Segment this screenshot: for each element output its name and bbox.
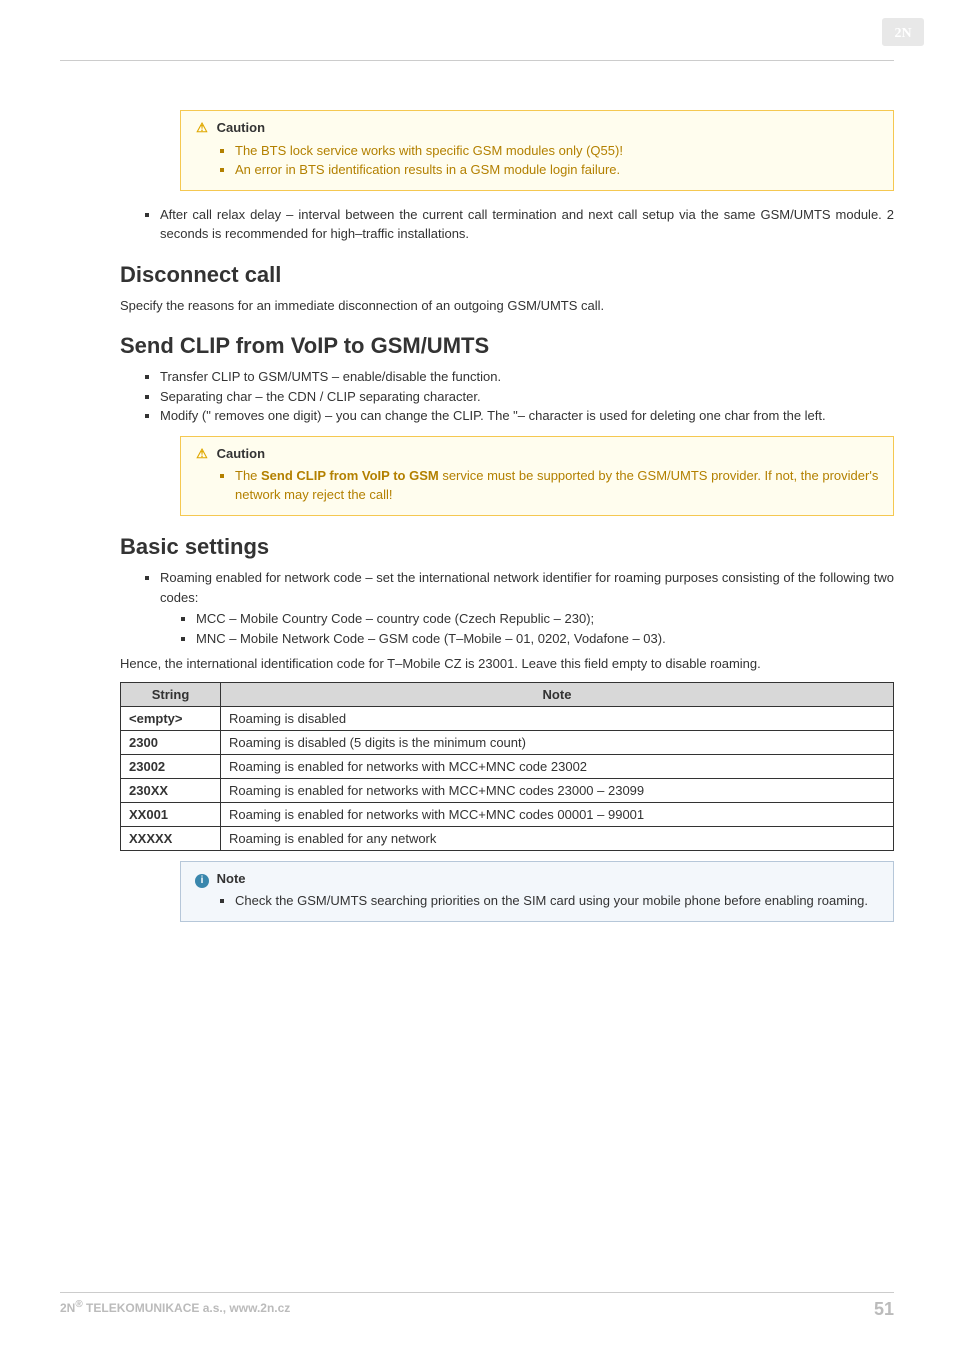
note-callout: i Note Check the GSM/UMTS searching prio…	[180, 861, 894, 923]
callout-item: The BTS lock service works with specific…	[235, 142, 879, 161]
footer-brand: 2N	[60, 1301, 75, 1315]
roaming-table: String Note <empty>Roaming is disabled 2…	[120, 682, 894, 851]
bold-text: Send CLIP from VoIP to GSM	[261, 468, 439, 483]
callout-title: i Note	[195, 870, 879, 889]
footer-divider	[60, 1292, 894, 1293]
cell-note: Roaming is disabled (5 digits is the min…	[221, 730, 894, 754]
callout-item: An error in BTS identification results i…	[235, 161, 879, 180]
sublist-item: MCC – Mobile Country Code – country code…	[196, 609, 894, 629]
text: The	[235, 468, 261, 483]
table-header-note: Note	[221, 682, 894, 706]
caution-callout-bts: ⚠ Caution The BTS lock service works wit…	[180, 110, 894, 191]
callout-title: ⚠ Caution	[195, 445, 879, 464]
text: Roaming enabled for network code – set t…	[160, 570, 894, 605]
callout-title-text: Note	[217, 871, 246, 886]
table-row: XXXXXRoaming is enabled for any network	[121, 826, 894, 850]
callout-title: ⚠ Caution	[195, 119, 879, 138]
footer-reg: ®	[75, 1299, 82, 1310]
cell-note: Roaming is enabled for networks with MCC…	[221, 802, 894, 826]
paragraph-disconnect: Specify the reasons for an immediate dis…	[120, 296, 894, 316]
heading-disconnect-call: Disconnect call	[120, 262, 894, 288]
warning-icon: ⚠	[195, 119, 209, 138]
footer-left: 2N® TELEKOMUNIKACE a.s., www.2n.cz	[60, 1299, 290, 1320]
page-number: 51	[874, 1299, 894, 1320]
callout-item: The Send CLIP from VoIP to GSM service m…	[235, 467, 879, 505]
page-footer: 2N® TELEKOMUNIKACE a.s., www.2n.cz 51	[60, 1292, 894, 1320]
cell-string: 230XX	[121, 778, 221, 802]
cell-string: 23002	[121, 754, 221, 778]
cell-string: 2300	[121, 730, 221, 754]
list-item: Separating char – the CDN / CLIP separat…	[160, 387, 894, 407]
header-divider	[60, 60, 894, 61]
footer-company: TELEKOMUNIKACE a.s., www.2n.cz	[83, 1301, 291, 1315]
heading-basic-settings: Basic settings	[120, 534, 894, 560]
cell-note: Roaming is enabled for any network	[221, 826, 894, 850]
list-item: Modify (" removes one digit) – you can c…	[160, 406, 894, 426]
warning-icon: ⚠	[195, 445, 209, 464]
table-row: XX001Roaming is enabled for networks wit…	[121, 802, 894, 826]
callout-item: Check the GSM/UMTS searching priorities …	[235, 892, 879, 911]
cell-string: XX001	[121, 802, 221, 826]
table-row: 23002Roaming is enabled for networks wit…	[121, 754, 894, 778]
brand-logo-text: 2N	[894, 26, 911, 41]
table-header-string: String	[121, 682, 221, 706]
list-item-roaming: Roaming enabled for network code – set t…	[160, 568, 894, 648]
sublist-item: MNC – Mobile Network Code – GSM code (T–…	[196, 629, 894, 649]
cell-string: XXXXX	[121, 826, 221, 850]
cell-note: Roaming is enabled for networks with MCC…	[221, 754, 894, 778]
cell-note: Roaming is enabled for networks with MCC…	[221, 778, 894, 802]
callout-title-text: Caution	[217, 120, 265, 135]
table-row: 2300Roaming is disabled (5 digits is the…	[121, 730, 894, 754]
cell-string: <empty>	[121, 706, 221, 730]
caution-callout-sendclip: ⚠ Caution The Send CLIP from VoIP to GSM…	[180, 436, 894, 517]
heading-send-clip: Send CLIP from VoIP to GSM/UMTS	[120, 333, 894, 359]
table-row: 230XXRoaming is enabled for networks wit…	[121, 778, 894, 802]
list-item-after-call: After call relax delay – interval betwee…	[160, 205, 894, 244]
callout-title-text: Caution	[217, 446, 265, 461]
brand-logo: 2N	[882, 18, 924, 46]
info-icon: i	[195, 874, 209, 888]
cell-note: Roaming is disabled	[221, 706, 894, 730]
list-item: Transfer CLIP to GSM/UMTS – enable/disab…	[160, 367, 894, 387]
paragraph-hence: Hence, the international identification …	[120, 654, 894, 674]
table-row: <empty>Roaming is disabled	[121, 706, 894, 730]
